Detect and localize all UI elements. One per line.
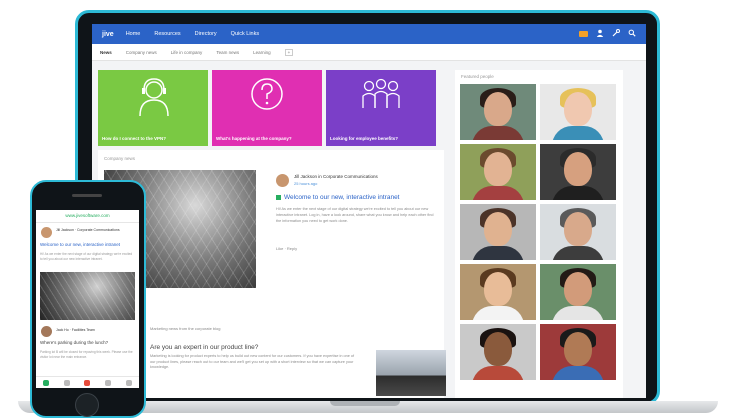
post2-meta: Marketing news from the corporate blog (150, 326, 221, 331)
tab-people-icon[interactable] (84, 380, 91, 386)
tab-news[interactable]: News (100, 50, 112, 55)
tab-company-news[interactable]: Company news (126, 50, 157, 55)
people-group-icon (362, 78, 400, 108)
tools-icon[interactable] (612, 29, 620, 39)
phone-post2-body: Parking lot B will be closed for repavin… (40, 350, 133, 359)
laptop-notch (330, 401, 400, 406)
tile-employee-benefits[interactable]: Looking for employee benefits? (326, 70, 436, 146)
phone-tab-bar (36, 376, 139, 388)
laptop-screen: jive Home Resources Directory Quick Link… (92, 24, 646, 398)
phone-post-title[interactable]: Welcome to our new, interactive intranet (40, 242, 135, 247)
tile-caption: What's happening at the company? (216, 136, 292, 141)
tile-caption: Looking for employee benefits? (330, 136, 399, 141)
phone-home-button[interactable] (75, 393, 99, 417)
phone-post-body: Hi! As we enter the next stage of our di… (40, 252, 133, 261)
phone-post2-author[interactable]: Jack Ho · Facilities Team (56, 328, 95, 332)
tab-more-icon[interactable] (125, 380, 132, 386)
user-icon[interactable] (596, 29, 604, 39)
person-photo[interactable] (540, 324, 616, 380)
headset-person-icon (139, 78, 169, 116)
post-timestamp: 25 hours ago (294, 181, 318, 186)
question-mark-icon (251, 78, 283, 110)
phone-post2-title[interactable]: Where's parking during the lunch? (40, 340, 135, 345)
post2-body: Marketing is looking for product experts… (150, 354, 355, 369)
tab-learning[interactable]: Learning (253, 50, 271, 55)
avatar[interactable] (276, 174, 289, 187)
phone-screen: www.jivesoftware.com Jill Jackson · Corp… (36, 210, 139, 388)
post-author[interactable]: Jill Jackson in Corporate Communications (294, 174, 434, 179)
nav-item-home[interactable]: Home (126, 31, 141, 37)
tab-places-icon[interactable] (105, 380, 112, 386)
nav-item-quick-links[interactable]: Quick Links (231, 31, 259, 37)
person-photo[interactable] (540, 204, 616, 260)
phone-speaker (72, 194, 102, 197)
top-navigation: jive Home Resources Directory Quick Link… (92, 24, 646, 44)
tab-inbox-icon[interactable] (63, 380, 70, 386)
add-tab-button[interactable]: + (284, 48, 294, 56)
post-type-icon (276, 194, 281, 200)
post-body: Hi! As we enter the next stage of our di… (276, 207, 434, 223)
avatar[interactable] (41, 227, 52, 238)
person-photo[interactable] (460, 204, 536, 260)
post2-image[interactable] (376, 350, 446, 396)
search-icon[interactable] (628, 29, 636, 39)
post2-title[interactable]: Are you an expert in our product line? (150, 344, 258, 351)
tile-caption: How do I connect to the VPN? (102, 136, 166, 141)
avatar[interactable] (41, 326, 52, 337)
tab-home-icon[interactable] (43, 380, 50, 386)
notification-badge[interactable] (579, 31, 588, 37)
sub-navigation: News Company news Life in company Team n… (92, 44, 646, 61)
post-actions[interactable]: Like · Reply (276, 246, 297, 251)
person-photo[interactable] (460, 84, 536, 140)
people-panel-label: Featured people (461, 74, 494, 79)
phone-post-author[interactable]: Jill Jackson · Corporate Communications (56, 228, 136, 232)
news-section-label: Company news (104, 156, 136, 161)
phone-app-title[interactable]: www.jivesoftware.com (36, 210, 139, 223)
person-photo[interactable] (540, 84, 616, 140)
site-logo[interactable]: jive (102, 31, 114, 38)
nav-item-resources[interactable]: Resources (154, 31, 180, 37)
phone-post-image[interactable] (40, 272, 135, 320)
post-title[interactable]: Welcome to our new, interactive intranet (276, 194, 436, 201)
post-title-text: Welcome to our new, interactive intranet (284, 194, 400, 201)
person-photo[interactable] (460, 324, 536, 380)
person-photo[interactable] (540, 144, 616, 200)
tab-team-news[interactable]: Team news (216, 50, 239, 55)
nav-item-directory[interactable]: Directory (195, 31, 217, 37)
tab-life-in-company[interactable]: Life in company (171, 50, 203, 55)
news-card: Company news Jill Jackson in Corporate C… (98, 150, 446, 398)
people-panel: Featured people (455, 70, 623, 398)
tile-vpn-help[interactable]: How do I connect to the VPN? (98, 70, 208, 146)
person-photo[interactable] (460, 144, 536, 200)
person-photo[interactable] (460, 264, 536, 320)
person-photo[interactable] (540, 264, 616, 320)
tile-company-happenings[interactable]: What's happening at the company? (212, 70, 322, 146)
